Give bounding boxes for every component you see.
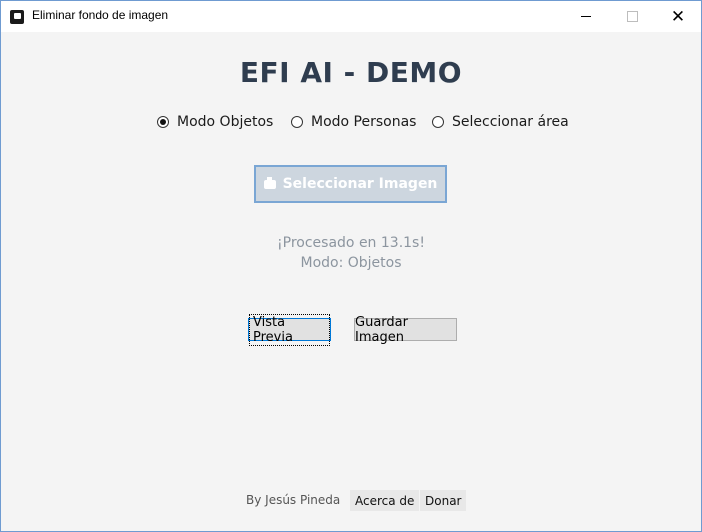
maximize-button[interactable] — [609, 1, 655, 32]
page-title: EFI AI - DEMO — [239, 56, 463, 89]
status-mode: Modo: Objetos — [300, 255, 402, 271]
radio-unselected-icon[interactable] — [291, 116, 303, 128]
app-window: Eliminar fondo de imagen ✕ EFI AI - DEMO… — [0, 0, 702, 532]
preview-label: Vista Previa — [249, 313, 330, 346]
preview-button[interactable]: Vista Previa — [248, 313, 331, 346]
status-processed: ¡Procesado en 13.1s! — [277, 235, 425, 251]
radio-unselected-icon[interactable] — [432, 116, 444, 128]
radio-label: Modo Objetos — [177, 114, 274, 130]
select-image-button[interactable]: Seleccionar Imagen — [254, 165, 447, 203]
select-image-label: Seleccionar Imagen — [282, 176, 438, 192]
radio-modo-objetos[interactable]: Modo Objetos — [157, 114, 273, 130]
shirt-icon — [10, 10, 24, 24]
author-credit: By Jesús Pineda — [246, 493, 341, 507]
radio-label: Modo Personas — [311, 114, 417, 130]
minimize-button[interactable] — [563, 1, 609, 32]
title-bar[interactable]: Eliminar fondo de imagen ✕ — [1, 1, 701, 32]
radio-modo-personas[interactable]: Modo Personas — [291, 114, 416, 130]
radio-label: Seleccionar área — [452, 114, 569, 130]
donate-button[interactable]: Donar — [420, 490, 467, 511]
close-button[interactable]: ✕ — [655, 1, 701, 32]
camera-icon — [263, 176, 276, 189]
radio-seleccionar-area[interactable]: Seleccionar área — [432, 114, 569, 130]
radio-selected-icon[interactable] — [157, 116, 169, 128]
window-title: Eliminar fondo de imagen — [32, 8, 169, 22]
about-button[interactable]: Acerca de — [350, 490, 420, 511]
save-image-button[interactable]: Guardar Imagen — [354, 315, 457, 345]
